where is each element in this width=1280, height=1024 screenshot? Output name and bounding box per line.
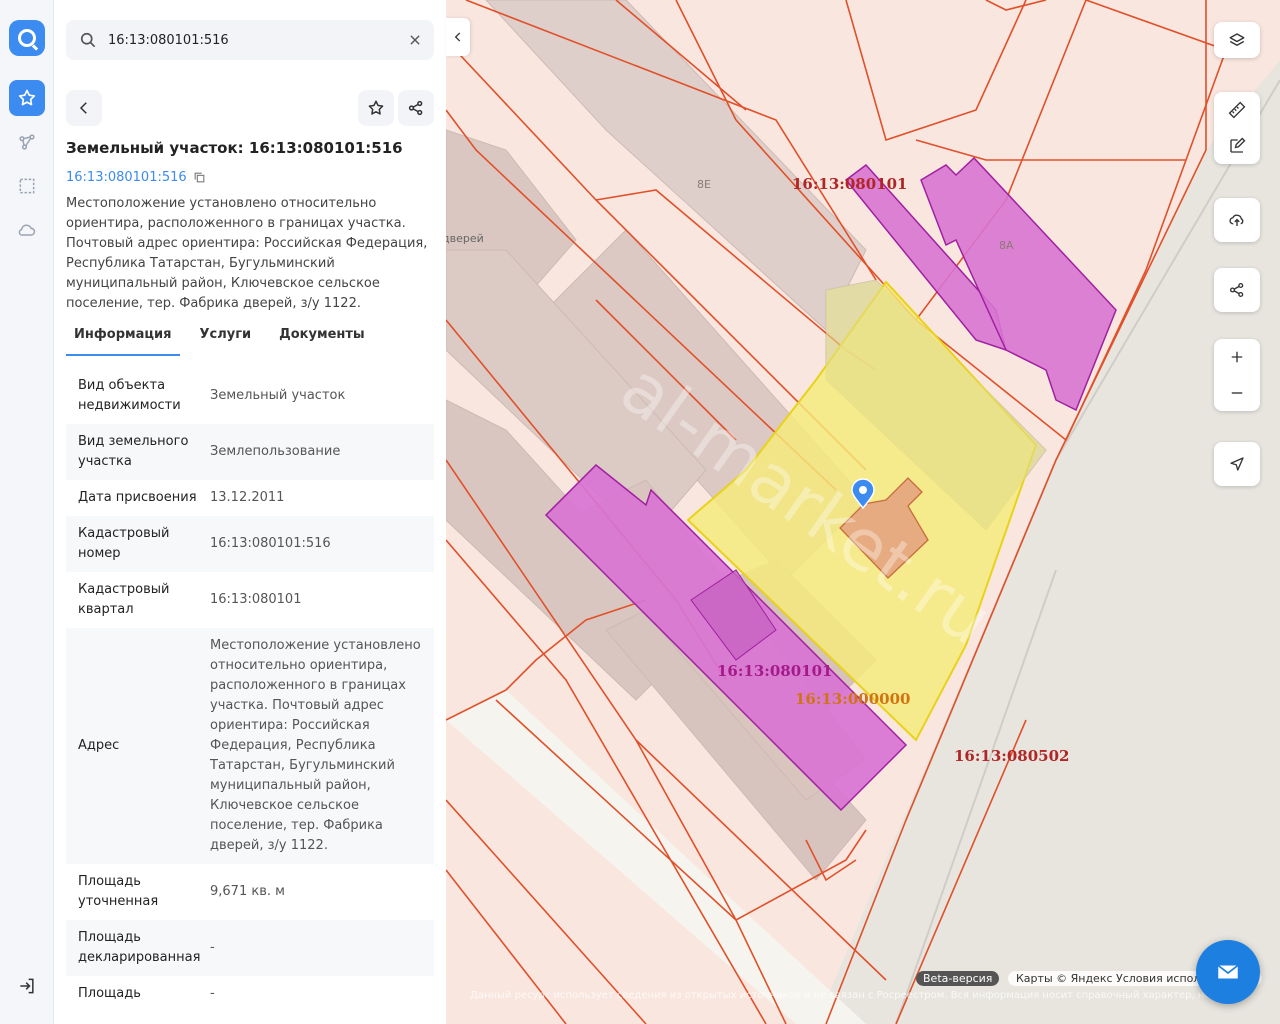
row-key: Площадь декларированная: [78, 930, 201, 965]
ruler-icon: [1228, 101, 1246, 119]
route-nodes-icon[interactable]: [9, 124, 45, 160]
zoom-in-button[interactable]: [1214, 339, 1260, 375]
cadastral-number-link[interactable]: 16:13:080101:516: [66, 170, 206, 185]
quarter-label: 16:13:080101: [717, 662, 833, 680]
building-label-8e: 8Е: [697, 178, 711, 191]
favorite-button[interactable]: [358, 90, 394, 126]
upload-button[interactable]: [1214, 198, 1260, 242]
back-button[interactable]: [66, 90, 102, 126]
building-label-8a: 8А: [999, 239, 1014, 252]
geolocation-button[interactable]: [1214, 442, 1260, 486]
edit-icon: [1230, 137, 1246, 153]
table-row: Кадастровый квартал 16:13:080101: [66, 572, 434, 628]
row-key: Площадь уточненная: [78, 874, 159, 909]
row-value: 9,671 кв. м: [210, 884, 285, 899]
building-label-doors: дверей: [446, 232, 484, 245]
table-row: Площадь декларированная -: [66, 920, 434, 976]
zoom-control: [1214, 339, 1260, 411]
navigation-arrow-icon: [1230, 457, 1244, 471]
table-row: Площадь -: [66, 976, 434, 1012]
share-icon: [1229, 282, 1244, 298]
beta-badge: Beta-версия: [916, 971, 1000, 986]
upload-control: [1214, 198, 1260, 242]
layers-button[interactable]: [1214, 22, 1260, 58]
search-bar: [66, 20, 434, 60]
row-key: Дата присвоения: [78, 490, 197, 505]
area-select-icon[interactable]: [9, 168, 45, 204]
table-row: Площадь уточненная 9,671 кв. м: [66, 864, 434, 920]
left-rail: [0, 0, 54, 1024]
row-value: 13.12.2011: [210, 490, 285, 505]
edit-button[interactable]: [1214, 128, 1260, 164]
plus-icon: [1231, 351, 1243, 363]
search-icon: [80, 32, 96, 48]
tab-information[interactable]: Информация: [66, 322, 180, 356]
row-value: 16:13:080101:516: [210, 536, 331, 551]
cadastral-map[interactable]: al-market.ru 8Е 8А дверей 16:13:080101 1…: [446, 0, 1280, 1024]
table-row: Кадастровый номер 16:13:080101:516: [66, 516, 434, 572]
share-icon: [408, 100, 423, 116]
ruler-button[interactable]: [1214, 92, 1260, 128]
layers-control: [1214, 22, 1260, 58]
tab-services[interactable]: Услуги: [192, 322, 260, 356]
zoom-out-button[interactable]: [1214, 375, 1260, 411]
cloud-upload-icon: [1229, 214, 1244, 226]
row-value: Земельный участок: [210, 388, 346, 403]
row-key: Кадастровый номер: [78, 526, 170, 561]
share-button[interactable]: [398, 90, 434, 126]
search-input[interactable]: [108, 32, 408, 48]
table-row: Адрес Местоположение установлено относите…: [66, 628, 434, 864]
tab-documents[interactable]: Документы: [271, 322, 373, 356]
contact-mail-button[interactable]: [1196, 940, 1260, 1004]
tools-control: [1214, 92, 1260, 164]
info-panel: Земельный участок: 16:13:080101:516 16:1…: [54, 0, 446, 1024]
cadastral-number-text[interactable]: 16:13:080101:516: [66, 170, 187, 185]
geolocation-control: [1214, 442, 1260, 486]
info-table: Вид объекта недвижимости Земельный участо…: [66, 368, 434, 1012]
quarter-label: 16:13:000000: [795, 690, 911, 708]
layers-icon: [1229, 33, 1245, 46]
row-key: Площадь: [78, 986, 141, 1001]
table-row: Вид земельного участка Землепользование: [66, 424, 434, 480]
row-key: Вид земельного участка: [78, 434, 189, 469]
row-value: Местоположение установлено относительно …: [210, 638, 421, 853]
collapse-panel-button[interactable]: [446, 18, 470, 56]
row-key: Вид объекта недвижимости: [78, 378, 181, 413]
cloud-icon[interactable]: [9, 212, 45, 248]
chevron-left-icon: [454, 32, 461, 42]
location-description: Местоположение установлено относительно …: [66, 196, 428, 311]
quarter-label: 16:13:080101: [792, 175, 908, 193]
row-value: -: [210, 986, 215, 1001]
tab-bar: Информация Услуги Документы: [66, 322, 385, 356]
chevron-left-icon: [79, 102, 87, 114]
table-row: Вид объекта недвижимости Земельный участо…: [66, 368, 434, 424]
copy-icon[interactable]: [193, 171, 206, 184]
map-disclaimer: Данный ресурс использует сведения из отк…: [470, 990, 1230, 1001]
clear-search-icon[interactable]: [408, 33, 422, 47]
share-control: [1214, 268, 1260, 312]
map-canvas[interactable]: al-market.ru: [446, 0, 1280, 1024]
logout-icon[interactable]: [9, 968, 45, 1004]
minus-icon: [1231, 392, 1243, 394]
map-share-button[interactable]: [1214, 268, 1260, 312]
table-row: Дата присвоения 13.12.2011: [66, 480, 434, 516]
row-key: Адрес: [78, 738, 120, 753]
app-logo[interactable]: [9, 20, 45, 56]
favorites-star-icon[interactable]: [9, 80, 45, 116]
row-value: 16:13:080101: [210, 592, 302, 607]
row-key: Кадастровый квартал: [78, 582, 170, 617]
page-title: Земельный участок: 16:13:080101:516: [66, 139, 403, 157]
row-value: Землепользование: [210, 444, 341, 459]
mail-icon: [1217, 964, 1239, 979]
star-icon: [368, 100, 384, 115]
quarter-label: 16:13:080502: [954, 747, 1070, 765]
row-value: -: [210, 940, 215, 955]
